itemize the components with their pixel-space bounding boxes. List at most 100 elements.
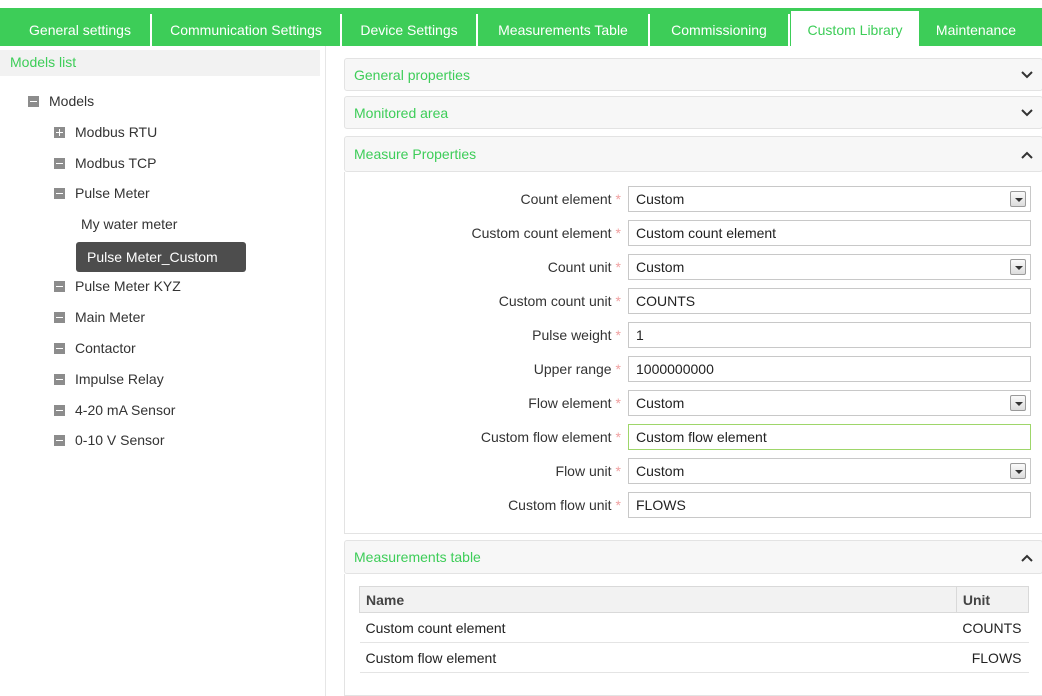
measurements-table-panel: Name Unit Custom count element COUNTS Cu… (344, 574, 1042, 696)
tab-communication-settings[interactable]: Communication Settings (152, 14, 342, 46)
cell-unit: FLOWS (956, 642, 1029, 673)
tree-item-impulse-relay[interactable]: Impulse Relay (54, 366, 164, 392)
dropdown-arrow-icon[interactable] (1010, 191, 1026, 207)
chevron-down-icon[interactable] (1020, 68, 1034, 82)
field-label: Custom count element * (471, 225, 621, 241)
tab-custom-library[interactable]: Custom Library (790, 10, 920, 46)
models-panel: Models list Models Modbus RTU Modbus TCP… (0, 46, 326, 696)
field-flow-unit: Flow unit * Custom (345, 458, 1042, 484)
pulse-weight-input[interactable]: 1 (628, 322, 1031, 348)
minus-box-icon[interactable] (54, 342, 65, 354)
field-count-unit: Count unit * Custom (345, 254, 1042, 280)
chevron-up-icon[interactable] (1020, 148, 1034, 162)
flow-unit-select[interactable]: Custom (628, 458, 1031, 484)
field-label: Flow unit * (555, 463, 621, 479)
upper-range-input[interactable]: 1000000000 (628, 356, 1031, 382)
minus-box-icon[interactable] (54, 280, 65, 292)
section-measurements-table[interactable]: Measurements table (344, 540, 1042, 574)
minus-box-icon[interactable] (54, 404, 65, 416)
tree-item-4-20-ma-sensor[interactable]: 4-20 mA Sensor (54, 397, 175, 423)
field-label: Custom flow unit * (508, 497, 621, 513)
tree-item-0-10-v-sensor[interactable]: 0-10 V Sensor (54, 427, 165, 453)
custom-count-element-input[interactable]: Custom count element (628, 220, 1031, 246)
tree-item-main-meter[interactable]: Main Meter (54, 304, 145, 330)
cell-name: Custom flow element (359, 642, 957, 673)
models-list-title: Models list (0, 50, 320, 76)
minus-box-icon[interactable] (54, 187, 65, 199)
count-element-select[interactable]: Custom (628, 186, 1031, 212)
section-general-properties[interactable]: General properties (344, 58, 1042, 91)
tree-item-contactor[interactable]: Contactor (54, 335, 136, 361)
tab-measurements-table[interactable]: Measurements Table (478, 14, 650, 46)
field-flow-element: Flow element * Custom (345, 390, 1042, 416)
field-custom-count-unit: Custom count unit * COUNTS (345, 288, 1042, 314)
minus-box-icon[interactable] (28, 95, 39, 107)
minus-box-icon[interactable] (54, 157, 65, 169)
column-header-unit[interactable]: Unit (955, 586, 1030, 613)
tree-item-label: My water meter (81, 216, 178, 232)
tab-bar: General settings Communication Settings … (0, 0, 1042, 46)
plus-box-icon[interactable] (54, 126, 65, 138)
tree-item-label: Pulse Meter (75, 185, 150, 201)
section-measure-properties[interactable]: Measure Properties (344, 136, 1042, 172)
section-monitored-area[interactable]: Monitored area (344, 96, 1042, 129)
flow-element-select[interactable]: Custom (628, 390, 1031, 416)
tree-item-label: Pulse Meter_Custom (87, 249, 218, 265)
tab-general-settings[interactable]: General settings (10, 14, 152, 46)
tree-item-label: 0-10 V Sensor (75, 432, 165, 448)
tab-maintenance[interactable]: Maintenance (920, 14, 1032, 46)
section-title: General properties (354, 67, 470, 83)
custom-flow-element-input[interactable]: Custom flow element (628, 424, 1031, 450)
count-unit-select[interactable]: Custom (628, 254, 1031, 280)
minus-box-icon[interactable] (54, 373, 65, 385)
tree-item-label: Models (49, 93, 95, 109)
field-upper-range: Upper range * 1000000000 (345, 356, 1042, 382)
tree-item-modbus-rtu[interactable]: Modbus RTU (54, 119, 157, 145)
cell-unit: COUNTS (956, 612, 1029, 643)
tree-item-label: Contactor (75, 340, 136, 356)
minus-box-icon[interactable] (54, 434, 65, 446)
section-title: Monitored area (354, 105, 449, 121)
table-row[interactable]: Custom count element COUNTS (359, 612, 1029, 643)
field-label: Count element * (520, 191, 621, 207)
field-custom-count-element: Custom count element * Custom count eleme… (345, 220, 1042, 246)
field-label: Pulse weight * (532, 327, 621, 343)
field-label: Upper range * (533, 361, 621, 377)
field-label: Custom flow element * (480, 429, 621, 445)
custom-flow-unit-input[interactable]: FLOWS (628, 492, 1031, 518)
custom-count-unit-input[interactable]: COUNTS (628, 288, 1031, 314)
tab-device-settings[interactable]: Device Settings (342, 14, 478, 46)
chevron-up-icon[interactable] (1020, 551, 1034, 565)
tree-item-label: Modbus RTU (75, 124, 158, 140)
measurements-table: Name Unit Custom count element COUNTS Cu… (359, 586, 1030, 673)
column-header-name[interactable]: Name (359, 586, 957, 613)
tree-item-modbus-tcp[interactable]: Modbus TCP (54, 150, 156, 176)
tree-item-label: Impulse Relay (75, 371, 164, 387)
field-label: Count unit * (547, 259, 621, 275)
dropdown-arrow-icon[interactable] (1010, 463, 1026, 479)
tree-item-pulse-meter-custom[interactable]: Pulse Meter_Custom (76, 242, 246, 272)
section-title: Measurements table (354, 549, 481, 565)
tree-item-label: Modbus TCP (75, 155, 157, 171)
minus-box-icon[interactable] (54, 311, 65, 323)
tree-item-label: Pulse Meter KYZ (75, 278, 181, 294)
cell-name: Custom count element (359, 612, 957, 643)
tree-item-models[interactable]: Models (28, 88, 94, 114)
tree-item-my-water-meter[interactable]: My water meter (81, 211, 177, 237)
tree-item-pulse-meter-kyz[interactable]: Pulse Meter KYZ (54, 273, 181, 299)
dropdown-arrow-icon[interactable] (1010, 395, 1026, 411)
field-label: Custom count unit * (498, 293, 621, 309)
field-custom-flow-unit: Custom flow unit * FLOWS (345, 492, 1042, 518)
tab-commissioning[interactable]: Commissioning (650, 14, 790, 46)
section-title: Measure Properties (354, 146, 477, 162)
table-row[interactable]: Custom flow element FLOWS (359, 642, 1029, 673)
measure-properties-form: Count element * Custom Custom count eleme… (344, 172, 1042, 534)
table-header-row: Name Unit (359, 586, 1030, 613)
field-label: Flow element * (528, 395, 621, 411)
tree-item-pulse-meter[interactable]: Pulse Meter (54, 180, 150, 206)
field-custom-flow-element: Custom flow element * Custom flow element (345, 424, 1042, 450)
dropdown-arrow-icon[interactable] (1010, 259, 1026, 275)
chevron-down-icon[interactable] (1020, 106, 1034, 120)
tree-item-label: Main Meter (75, 309, 146, 325)
field-count-element: Count element * Custom (345, 186, 1042, 212)
